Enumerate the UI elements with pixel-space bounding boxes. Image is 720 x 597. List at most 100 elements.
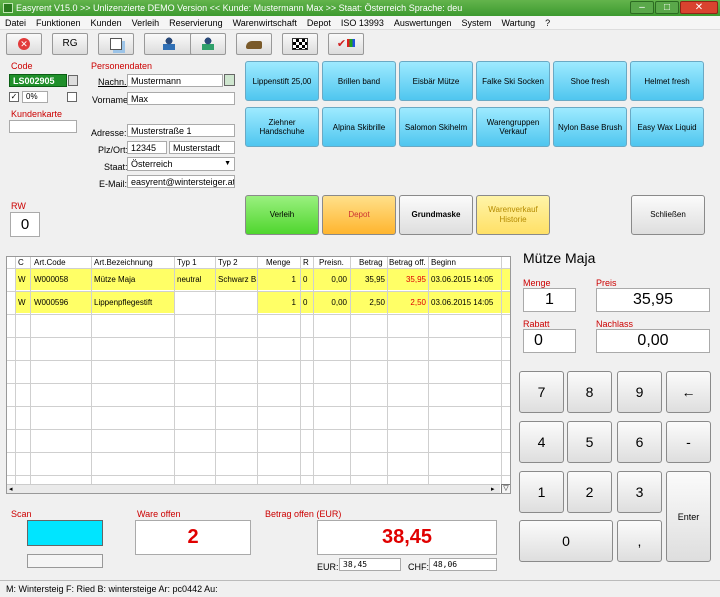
verleih-button[interactable]: Verleih <box>245 195 319 235</box>
grundmaske-button[interactable]: Grundmaske <box>399 195 473 235</box>
scan-secondary-field[interactable] <box>27 554 103 568</box>
col-c[interactable]: C <box>16 257 28 268</box>
key-8[interactable]: 8 <box>567 371 612 413</box>
tile-brillen-band[interactable]: Brillen band <box>322 61 396 101</box>
close-window-button[interactable]: ✕ <box>680 1 718 14</box>
key-5[interactable]: 5 <box>567 421 612 463</box>
key-9[interactable]: 9 <box>617 371 662 413</box>
menu-system[interactable]: System <box>456 16 496 30</box>
rabatt-field[interactable]: 0 <box>523 329 576 353</box>
code-checkbox[interactable]: ✓ <box>9 92 19 102</box>
cancel-toolbar-button[interactable]: ✕ <box>6 33 42 55</box>
items-table[interactable]: C Art.Code Art.Bezeichnung Typ 1 Typ 2 M… <box>6 256 511 494</box>
staat-select[interactable]: Österreich ▼ <box>127 157 235 171</box>
menu-depot[interactable]: Depot <box>302 16 336 30</box>
detail-title: Mütze Maja <box>523 250 596 266</box>
kundenkarte-field[interactable] <box>9 120 77 133</box>
adresse-field[interactable]: Musterstraße 1 <box>127 124 235 137</box>
code-field[interactable]: LS002905 <box>9 74 67 87</box>
filter-icon[interactable]: ▽ <box>501 484 510 493</box>
key-7[interactable]: 7 <box>519 371 564 413</box>
scroll-right-icon[interactable]: ▸ <box>491 485 495 493</box>
menu-auswertungen[interactable]: Auswertungen <box>389 16 457 30</box>
row2-typ1 <box>175 292 215 313</box>
secondary-checkbox[interactable] <box>67 92 77 102</box>
schliessen-button[interactable]: Schließen <box>631 195 705 235</box>
race-flags-toolbar-button[interactable] <box>282 33 318 55</box>
code-lookup-icon[interactable] <box>68 75 78 86</box>
menu-help[interactable]: ? <box>540 16 555 30</box>
enter-key[interactable]: Enter <box>666 471 711 562</box>
col-betrag-off[interactable]: Betrag off. <box>387 257 431 268</box>
row1-preisn: 0,00 <box>331 275 347 284</box>
eur-label: EUR: <box>317 562 339 572</box>
key-0[interactable]: 0 <box>519 520 613 562</box>
copy-toolbar-button[interactable] <box>98 33 134 55</box>
menu-reservierung[interactable]: Reservierung <box>164 16 228 30</box>
menu-wartung[interactable]: Wartung <box>496 16 540 30</box>
col-art-bezeichnung[interactable]: Art.Bezeichnung <box>92 257 172 268</box>
nachlass-field[interactable]: 0,00 <box>596 329 710 353</box>
nachname-field[interactable]: Mustermann <box>127 74 223 87</box>
menu-funktionen[interactable]: Funktionen <box>31 16 86 30</box>
col-typ2[interactable]: Typ 2 <box>216 257 256 268</box>
user-icon <box>163 37 175 50</box>
tile-nylon-base-brush[interactable]: Nylon Base Brush <box>553 107 627 147</box>
tile-salomon-skihelm[interactable]: Salomon Skihelm <box>399 107 473 147</box>
rg-button[interactable]: RG <box>52 33 88 55</box>
ort-field[interactable]: Musterstadt <box>169 141 235 154</box>
scan-label: Scan <box>11 509 32 519</box>
scan-input[interactable] <box>27 520 103 546</box>
col-art-code[interactable]: Art.Code <box>32 257 87 268</box>
menu-verleih[interactable]: Verleih <box>127 16 165 30</box>
betrag-offen-value: 38,45 <box>317 520 497 555</box>
minus-key[interactable]: - <box>666 421 711 463</box>
menu-iso[interactable]: ISO 13993 <box>336 16 389 30</box>
email-field[interactable]: easyrent@wintersteiger.at <box>127 175 235 188</box>
shoe-toolbar-button[interactable] <box>236 33 272 55</box>
nachname-lookup-icon[interactable] <box>224 74 235 86</box>
warenverkauf-historie-button[interactable]: Warenverkauf Historie <box>476 195 550 235</box>
staat-value: Österreich <box>131 159 173 169</box>
col-preisn[interactable]: Preisn. <box>317 257 353 268</box>
menu-kunden[interactable]: Kunden <box>86 16 127 30</box>
customer-search-toolbar-button[interactable] <box>190 33 226 55</box>
tile-shoe-fresh[interactable]: Shoe fresh <box>553 61 627 101</box>
tile-lippenstift[interactable]: Lippenstift 25,00 <box>245 61 319 101</box>
col-betrag[interactable]: Betrag <box>357 257 389 268</box>
tile-falke-ski-socken[interactable]: Falke Ski Socken <box>476 61 550 101</box>
tile-warengruppen-verkauf[interactable]: Warengruppen Verkauf <box>476 107 550 147</box>
comma-key[interactable]: , <box>617 520 662 562</box>
copy-icon <box>110 38 122 50</box>
key-3[interactable]: 3 <box>617 471 662 513</box>
key-6[interactable]: 6 <box>617 421 662 463</box>
col-beginn[interactable]: Beginn <box>429 257 510 268</box>
vorname-field[interactable]: Max <box>127 92 235 105</box>
tile-alpina-skibrille[interactable]: Alpina Skibrille <box>322 107 396 147</box>
checklist-toolbar-button[interactable]: ✔ <box>328 33 364 55</box>
tile-eisbaer-muetze[interactable]: Eisbär Mütze <box>399 61 473 101</box>
menu-datei[interactable]: Datei <box>0 16 31 30</box>
menu-warenwirtschaft[interactable]: Warenwirtschaft <box>228 16 302 30</box>
col-r[interactable]: R <box>301 257 313 268</box>
maximize-button[interactable]: □ <box>655 1 679 14</box>
col-typ1[interactable]: Typ 1 <box>175 257 215 268</box>
tile-ziehner-handschuhe[interactable]: Ziehner Handschuhe <box>245 107 319 147</box>
tile-easy-wax-liquid[interactable]: Easy Wax Liquid <box>630 107 704 147</box>
key-2[interactable]: 2 <box>567 471 612 513</box>
scroll-left-icon[interactable]: ◂ <box>9 485 13 493</box>
tile-helmet-fresh[interactable]: Helmet fresh <box>630 61 704 101</box>
customer-toolbar-button[interactable] <box>144 33 194 55</box>
backspace-key[interactable]: ← <box>666 371 711 413</box>
plz-field[interactable]: 12345 <box>127 141 167 154</box>
key-4[interactable]: 4 <box>519 421 564 463</box>
depot-button[interactable]: Depot <box>322 195 396 235</box>
horizontal-scrollbar[interactable]: ◂ ▸ <box>7 484 500 493</box>
key-1[interactable]: 1 <box>519 471 564 513</box>
percent-field[interactable]: 0% <box>22 91 48 103</box>
minimize-button[interactable]: – <box>630 1 654 14</box>
rw-field[interactable]: 0 <box>10 212 40 237</box>
preis-field[interactable]: 35,95 <box>596 288 710 312</box>
col-menge[interactable]: Menge <box>264 257 300 268</box>
menge-field[interactable]: 1 <box>523 288 576 312</box>
